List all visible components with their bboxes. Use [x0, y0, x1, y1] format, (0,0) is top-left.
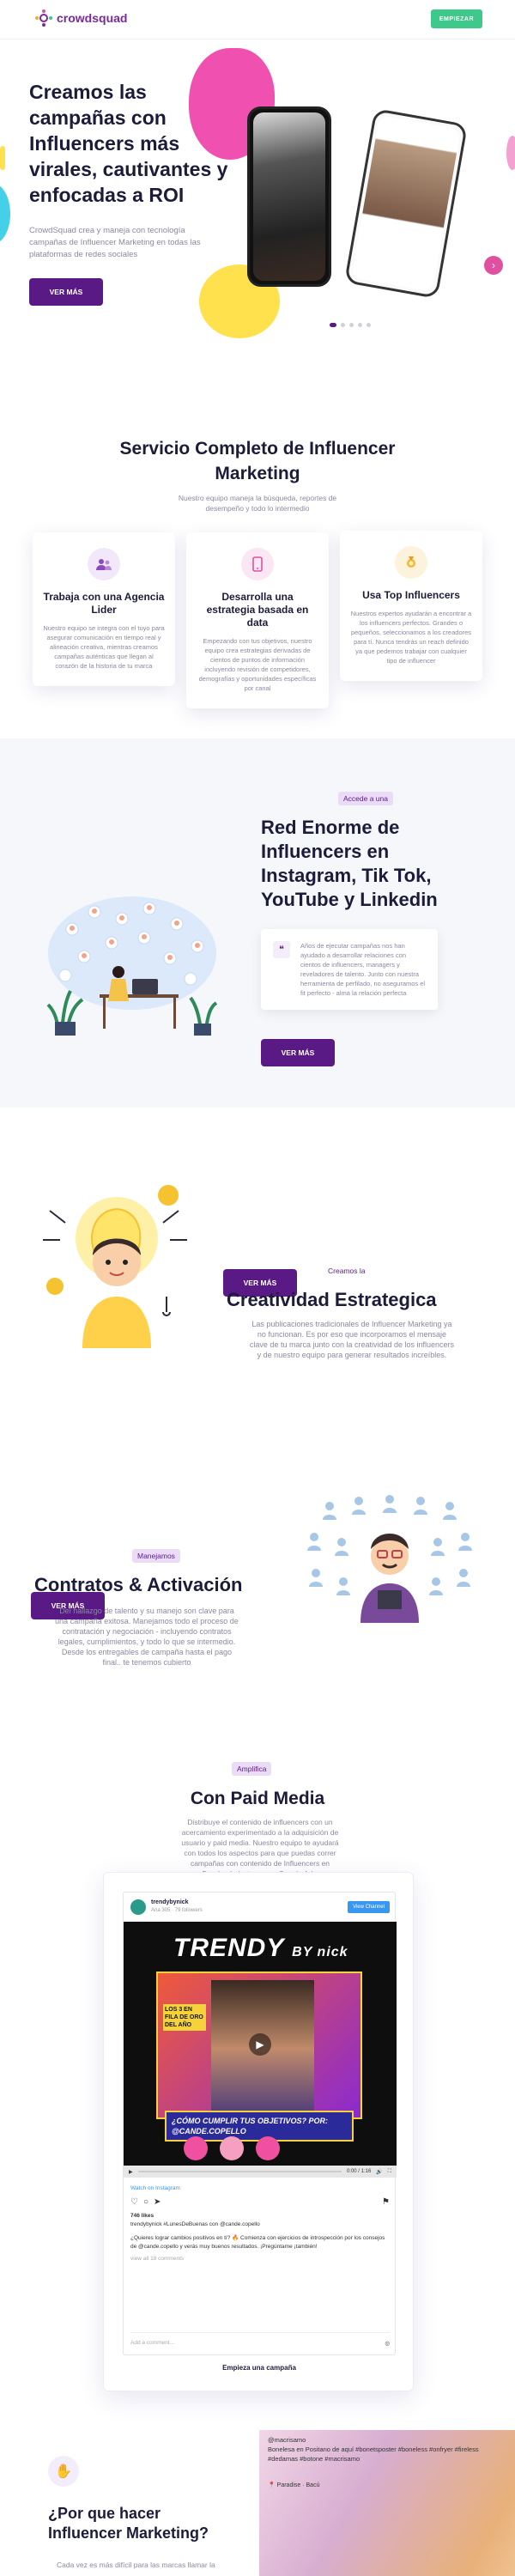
medal-icon: [395, 546, 427, 579]
hero-section: Creamos las campañas con Influencers más…: [0, 39, 515, 366]
start-campaign-label[interactable]: Empieza una campaña: [104, 2364, 415, 2372]
carousel-dot[interactable]: [341, 323, 345, 327]
post-caption-body: ¿Quieres lograr cambios positivos en tí?…: [130, 2235, 385, 2250]
video-banner-title: TRENDY BY nick: [173, 1934, 348, 1962]
network-quote-card: ❝ Años de ejecutar campañas nos han ayud…: [261, 929, 438, 1010]
services-subtitle: Nuestro equipo maneja la búsqueda, repor…: [178, 494, 337, 513]
service-card-text: Nuestros expertos ayudarán a encontrar a…: [350, 610, 472, 665]
site-header: crowdsquad EMPIEZAR: [0, 0, 515, 39]
volume-icon[interactable]: 🔊: [376, 2169, 382, 2175]
yellow-edge-decoration: [0, 146, 5, 170]
creative-idea-illustration: [43, 1185, 187, 1348]
pink-edge-decoration: [506, 136, 515, 170]
watch-on-instagram-link[interactable]: Watch on Instagram: [130, 2184, 390, 2193]
influencer-photo: @macrisamo Bonelesa en Positano de aquí …: [259, 2430, 515, 2576]
service-card: Desarrolla una estrategia basada en data…: [186, 532, 329, 708]
quote-icon: ❝: [273, 941, 290, 958]
creative-text: Las publicaciones tradicionales de Influ…: [249, 1320, 455, 1359]
phone-icon: [241, 548, 274, 580]
instagram-username[interactable]: trendybynick: [151, 1899, 189, 1905]
logo[interactable]: crowdsquad: [34, 9, 127, 27]
creative-tag: Creamos la: [328, 1267, 366, 1275]
people-icon: [88, 548, 120, 580]
network-quote-text: Años de ejecutar campañas nos han ayudad…: [300, 942, 426, 997]
hero-view-more-button[interactable]: VER MÁS: [29, 278, 103, 306]
service-card-text: Nuestro equipo se integra con el tuyo pa…: [43, 624, 165, 670]
carousel-dot[interactable]: [358, 323, 362, 327]
start-button[interactable]: EMPIEZAR: [430, 9, 482, 28]
share-icon[interactable]: ➤: [154, 2198, 161, 2207]
network-title: Red Enorme de Influencers en Instagram, …: [261, 817, 438, 910]
contracts-text: Del hallazgo de talento y su manejo son …: [55, 1607, 239, 1667]
view-comments-link[interactable]: view all 18 comments: [130, 2255, 390, 2263]
creative-title: Creatividad Estrategica: [227, 1289, 437, 1310]
instagram-meta: Ana 305 · 79 followers: [151, 1908, 203, 1913]
video-frame: LOS 3 EN FILA DE ORO DEL AÑO ▶: [156, 1971, 362, 2119]
carousel-dots: [330, 323, 371, 327]
network-tag: Accede a una: [338, 792, 393, 805]
comment-icon[interactable]: ○: [143, 2198, 148, 2207]
instagram-post: trendybynick Ana 305 · 79 followers View…: [123, 1892, 397, 2355]
carousel-dot[interactable]: [349, 323, 354, 327]
instagram-video[interactable]: TRENDY BY nick LOS 3 EN FILA DE ORO DEL …: [124, 1922, 397, 2178]
contracts-tag: Manejamos: [132, 1549, 180, 1563]
service-card: Usa Top Influencers Nuestros expertos ay…: [340, 531, 482, 681]
influencer-crowd-illustration: [307, 1495, 472, 1623]
service-card-title: Desarrolla una estrategia basada en data: [206, 591, 309, 629]
video-controls[interactable]: ▶ 0:00 / 1:16 🔊 ⛶: [124, 2166, 397, 2178]
hand-icon: ✋: [48, 2456, 79, 2487]
view-channel-button[interactable]: View Channel: [348, 1901, 390, 1913]
avatar[interactable]: [130, 1899, 146, 1915]
phone-mockup-right: [343, 108, 469, 299]
logo-icon: [35, 9, 52, 27]
fullscreen-icon[interactable]: ⛶: [388, 2169, 391, 2175]
paid-title: Con Paid Media: [190, 1789, 325, 1808]
services-title: Servicio Completo de Influencer Marketin…: [119, 439, 396, 483]
why-title: ¿Por que hacer Influencer Marketing?: [48, 2505, 209, 2542]
instagram-icon: ◎: [385, 2341, 390, 2347]
bookmark-icon[interactable]: ⚑: [382, 2198, 390, 2207]
likes-count: 746 likes: [130, 2213, 154, 2219]
play-icon[interactable]: ▶: [249, 2033, 271, 2056]
service-card: Trabaja con una Agencia Lider Nuestro eq…: [33, 532, 175, 686]
video-banner-sub: BY nick: [292, 1945, 348, 1959]
carousel-dot[interactable]: [330, 323, 336, 327]
influencer-network-illustration: [46, 896, 218, 1036]
photo-place: 📍 Paradise · Bacú: [268, 2482, 320, 2488]
post-actions: ♡ ○ ➤ ⚑: [130, 2198, 390, 2207]
paid-text: Distribuye el contenido de influencers c…: [181, 1818, 339, 1878]
add-comment-field[interactable]: Add a comment... ◎: [130, 2332, 390, 2347]
instagram-post-details: Watch on Instagram ♡ ○ ➤ ⚑ 746 likes tre…: [130, 2184, 390, 2263]
video-time: 0:00 / 1:16: [346, 2169, 372, 2174]
hero-title: Creamos las campañas con Influencers más…: [29, 81, 228, 206]
phone-mockup-left: [247, 106, 331, 287]
play-control-icon[interactable]: ▶: [129, 2169, 133, 2175]
logo-text: crowdsquad: [57, 11, 128, 25]
instagram-post-header: trendybynick Ana 305 · 79 followers View…: [124, 1893, 397, 1922]
photo-caption: @macrisamo Bonelesa en Positano de aquí …: [268, 2436, 479, 2463]
carousel-next-icon[interactable]: ›: [484, 256, 503, 275]
network-view-more-button[interactable]: VER MÁS: [261, 1039, 335, 1066]
hero-description: CrowdSquad crea y maneja con tecnología …: [29, 226, 201, 259]
heart-icon[interactable]: ♡: [130, 2198, 138, 2207]
carousel-dot[interactable]: [367, 323, 371, 327]
service-card-title: Trabaja con una Agencia Lider: [43, 591, 165, 616]
why-text: Cada vez es más difícil para las marcas …: [57, 2561, 215, 2569]
cyan-blob-decoration: [0, 184, 10, 244]
face-sticker-icons: [184, 2136, 280, 2160]
paid-tag: Amplifica: [232, 1762, 272, 1776]
instagram-embed-card: trendybynick Ana 305 · 79 followers View…: [103, 1872, 414, 2391]
service-card-text: Empezando con tus objetivos, nuestro equ…: [198, 637, 317, 692]
cover-text: LOS 3 EN FILA DE ORO DEL AÑO: [163, 2004, 206, 2031]
post-caption: trendybynick #LunesDeBuenas con @cande.c…: [130, 2221, 260, 2227]
service-card-title: Usa Top Influencers: [362, 589, 460, 601]
